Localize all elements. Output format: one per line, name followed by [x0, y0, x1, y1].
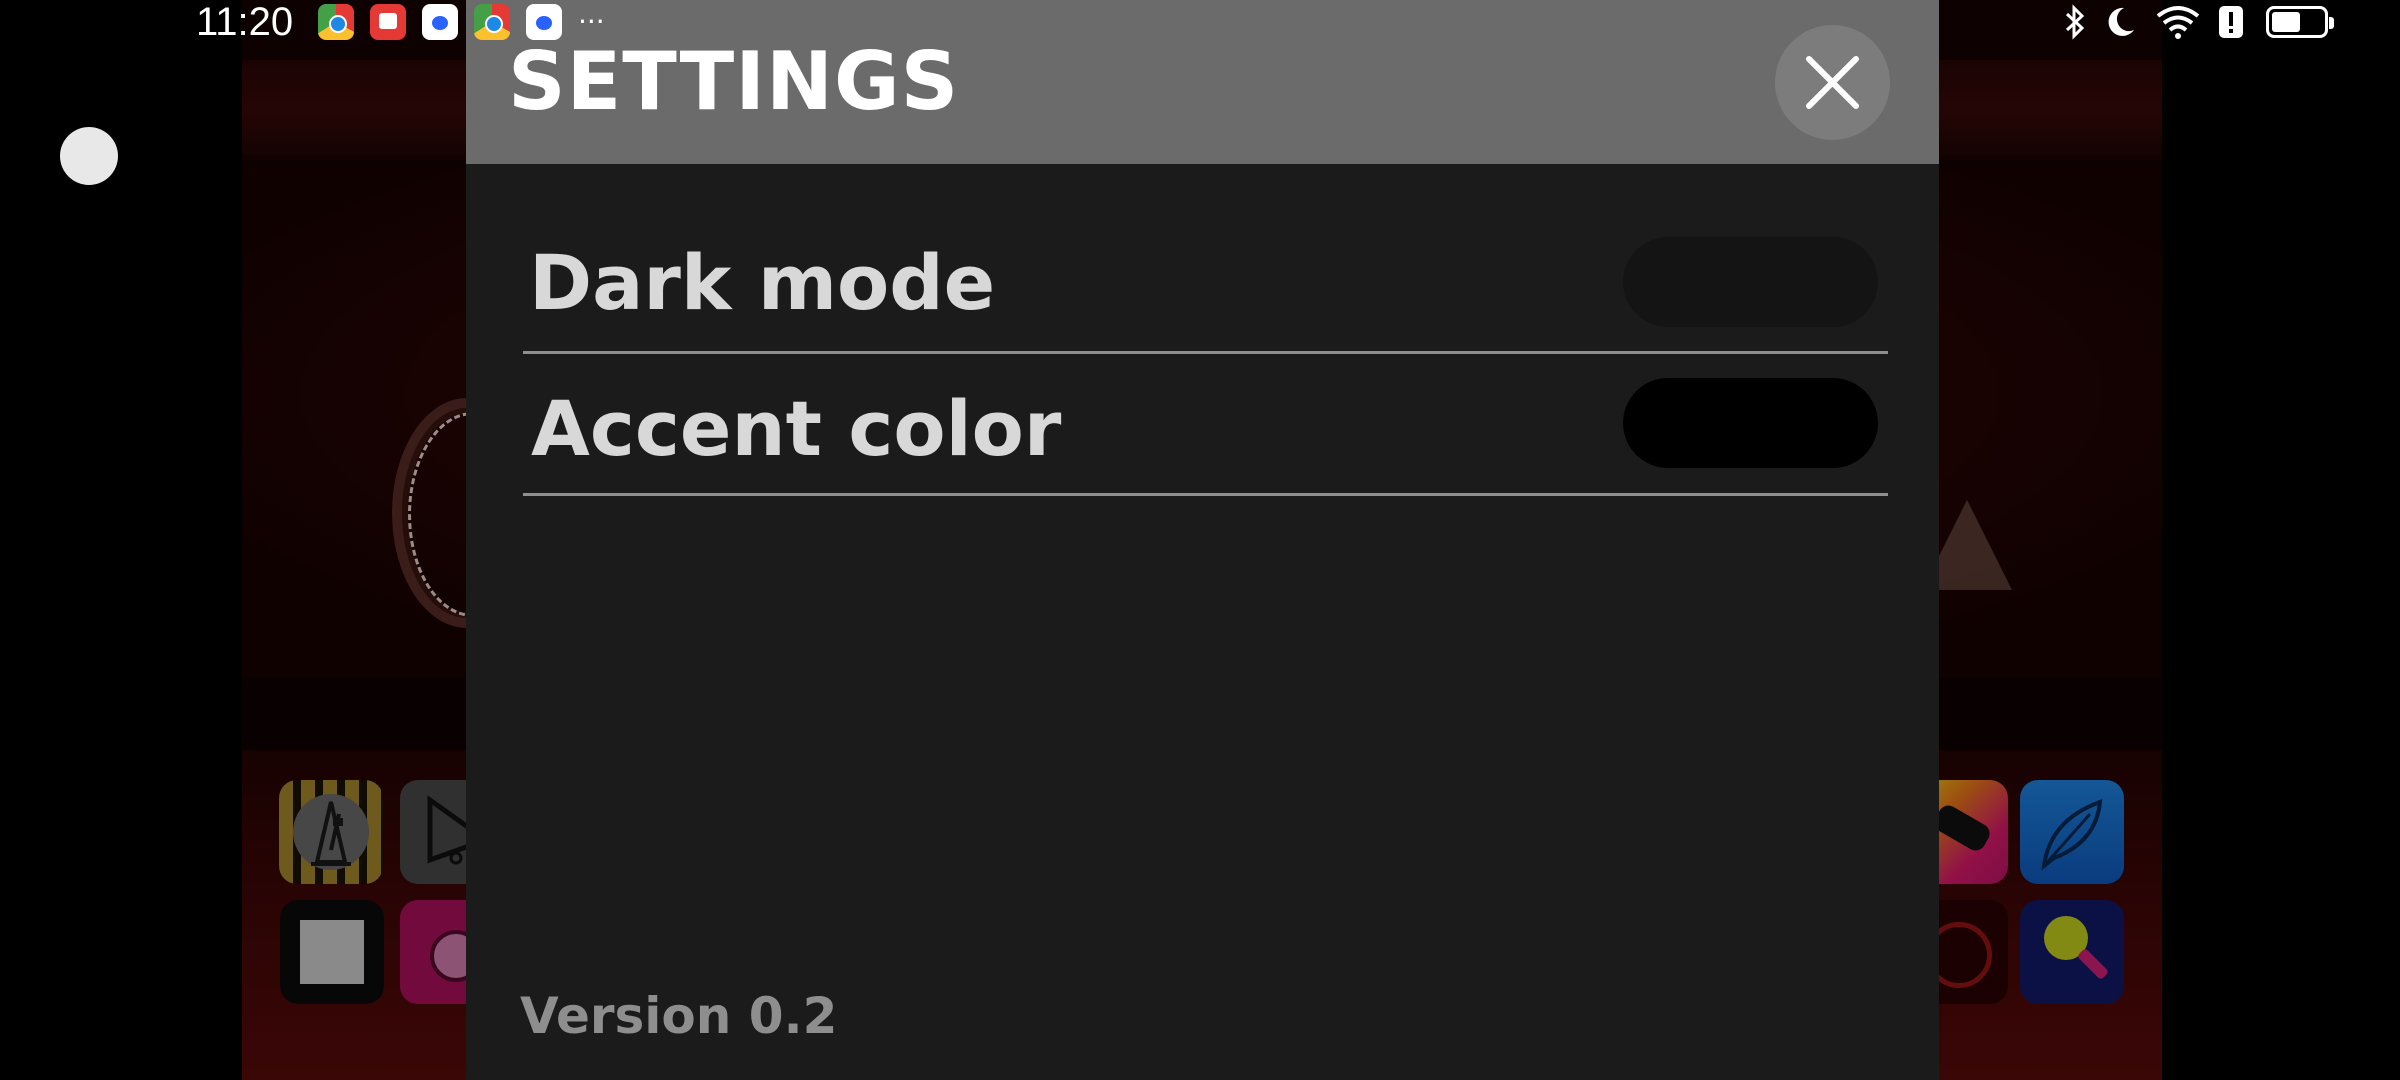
wifi-icon	[2156, 6, 2200, 39]
settings-panel: SETTINGS Dark mode Accent color Version …	[466, 0, 1939, 1080]
setting-label-dark-mode: Dark mode	[529, 238, 996, 327]
status-bar: 11:20 ···	[0, 0, 2400, 44]
chrome-icon	[318, 4, 354, 40]
setting-row-dark-mode: Dark mode	[523, 212, 1888, 354]
accent-color-picker[interactable]	[1623, 378, 1878, 468]
bluetooth-icon	[2065, 4, 2085, 40]
battery-icon	[2266, 6, 2334, 38]
chrome-icon	[474, 4, 510, 40]
battery-level	[2272, 12, 2300, 32]
screen: 11:20 ··· SETTINGS Dark mode Accent colo…	[0, 0, 2400, 1080]
overflow-icon: ···	[578, 5, 605, 38]
baidu-icon	[526, 4, 562, 40]
page-title: SETTINGS	[508, 35, 960, 128]
metronome-icon[interactable]	[279, 780, 383, 884]
system-icons	[2064, 0, 2334, 44]
red-app-icon	[370, 4, 406, 40]
baidu-icon	[422, 4, 458, 40]
setting-label-accent-color: Accent color	[531, 384, 1062, 473]
version-label: Version 0.2	[520, 987, 838, 1045]
notification-icons: ···	[318, 4, 605, 40]
status-time: 11:20	[196, 0, 294, 44]
setting-row-accent-color: Accent color	[523, 354, 1888, 496]
alert-icon	[2219, 6, 2243, 38]
touch-indicator	[60, 127, 118, 185]
dark-mode-toggle[interactable]	[1623, 237, 1878, 327]
do-not-disturb-icon	[2108, 7, 2134, 36]
